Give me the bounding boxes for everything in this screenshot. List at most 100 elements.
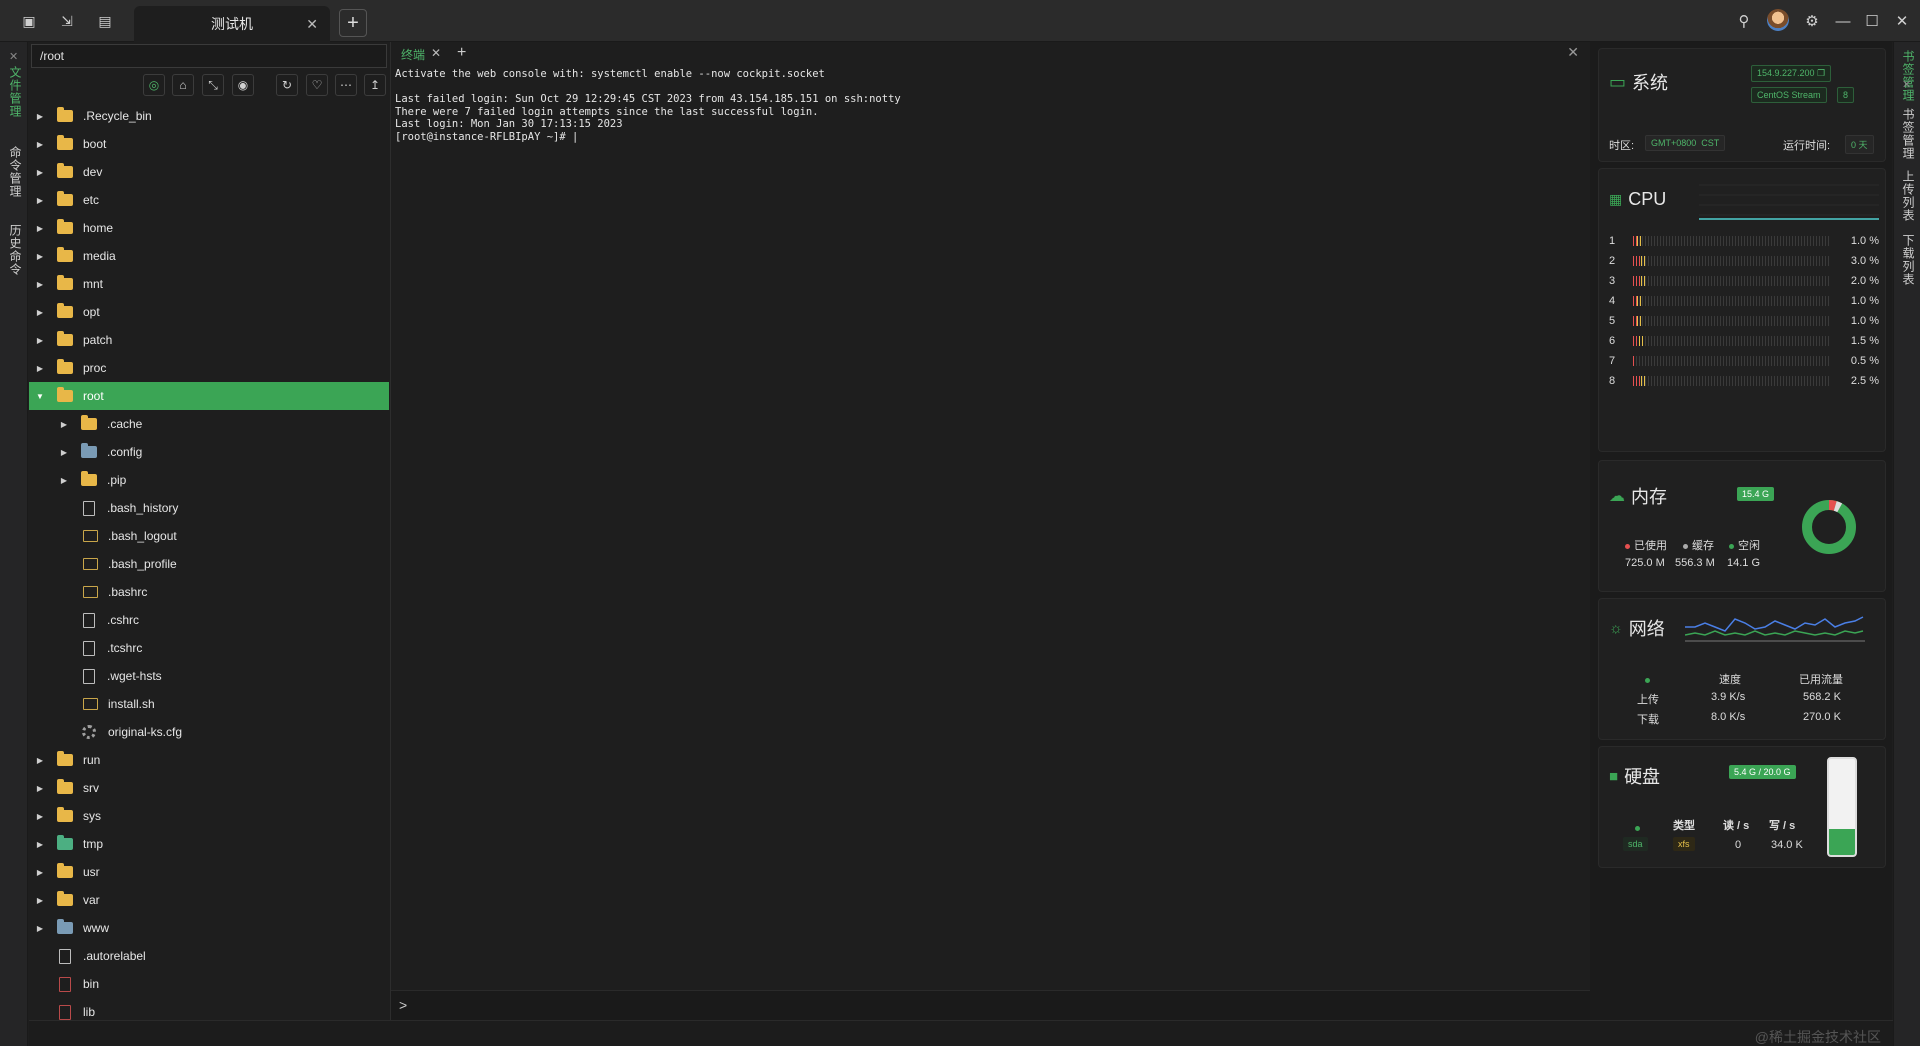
file-tree-row[interactable]: ▶ tmp [29,830,389,858]
file-tree-row[interactable]: ▶ .Recycle_bin [29,102,389,130]
minimize-icon[interactable]: — [1832,10,1854,32]
maximize-icon[interactable]: ☐ [1861,10,1883,32]
sidebar-item-bookmarks-2[interactable]: 书签管理 [1900,108,1917,160]
file-tree-row[interactable]: ▶ etc [29,186,389,214]
home-icon[interactable]: ⌂ [172,74,194,96]
file-tree-row[interactable]: ▶ .pip [29,466,389,494]
file-tree-row[interactable]: .wget-hsts [29,662,389,690]
file-tree-row[interactable]: bin [29,970,389,998]
sidebar-item-commands[interactable]: 命令管理 [7,146,24,198]
close-window-icon[interactable]: ✕ [1891,10,1913,32]
terminal-output[interactable]: Activate the web console with: systemctl… [395,68,901,143]
add-tab-button[interactable]: + [339,9,367,37]
cpu-core-fill [1633,256,1641,266]
file-tree-row[interactable]: ▶ run [29,746,389,774]
upload-icon[interactable]: ↥ [364,74,386,96]
file-tree-row[interactable]: ▶ opt [29,298,389,326]
file-name: .autorelabel [83,949,146,963]
list-icon[interactable]: ▤ [95,11,115,31]
file-tree-row[interactable]: .bash_history [29,494,389,522]
close-terminal-icon[interactable]: ✕ [1567,44,1579,61]
caret-right-icon[interactable]: ▶ [35,280,45,289]
caret-right-icon[interactable]: ▶ [35,756,45,765]
eye-icon[interactable]: ◉ [232,74,254,96]
caret-right-icon[interactable]: ▶ [35,896,45,905]
file-tree-row[interactable]: ▶ boot [29,130,389,158]
file-tree-row[interactable]: ▶ www [29,914,389,942]
memory-free-legend: 空闲 [1729,537,1760,553]
sidebar-item-downloads[interactable]: 下载列表 [1900,234,1917,286]
sidebar-item-history[interactable]: 历史命令 [7,224,24,276]
command-bar[interactable]: > [391,990,1591,1020]
caret-right-icon[interactable]: ▶ [59,476,69,485]
add-terminal-icon[interactable]: + [457,44,466,62]
close-terminal-tab-icon[interactable]: ✕ [431,46,441,63]
sidebar-item-file-manager[interactable]: 文件管理 [7,66,24,118]
cpu-core-number: 1 [1609,235,1616,247]
caret-right-icon[interactable]: ▶ [35,364,45,373]
file-tree-row[interactable]: ▶ srv [29,774,389,802]
caret-right-icon[interactable]: ▶ [35,168,45,177]
caret-right-icon[interactable]: ▶ [35,112,45,121]
favorite-icon[interactable]: ♡ [306,74,328,96]
file-tree-row[interactable]: ▶ usr [29,858,389,886]
caret-right-icon[interactable]: ▶ [59,420,69,429]
expand-icon[interactable]: ⤡ [202,74,224,96]
refresh-icon[interactable]: ↻ [276,74,298,96]
path-input[interactable] [31,44,387,68]
caret-right-icon[interactable]: ▶ [35,840,45,849]
sidebar-item-bookmarks[interactable]: 书签管理 [1900,50,1917,102]
file-tree-row[interactable]: .bashrc [29,578,389,606]
caret-right-icon[interactable]: ▶ [59,448,69,457]
caret-right-icon[interactable]: ▶ [35,924,45,933]
file-tree-row[interactable]: .tcshrc [29,634,389,662]
caret-right-icon[interactable]: ▶ [35,140,45,149]
file-tree-row[interactable]: .bash_profile [29,550,389,578]
close-right-sidebar-icon[interactable]: ✕ [1902,78,1911,91]
caret-right-icon[interactable]: ▶ [35,224,45,233]
split-icon[interactable]: ⇲ [57,11,77,31]
file-tree-row[interactable]: ▶ sys [29,802,389,830]
file-tree-row[interactable]: .autorelabel [29,942,389,970]
sidebar-item-uploads[interactable]: 上传列表 [1900,170,1917,222]
cpu-title-label: CPU [1628,189,1667,209]
cpu-core-number: 6 [1609,335,1616,347]
more-icon[interactable]: ⋯ [335,74,357,96]
cpu-core-percent: 1.5 % [1850,335,1879,347]
file-tree-row[interactable]: ▶ .cache [29,410,389,438]
caret-right-icon[interactable]: ▶ [35,252,45,261]
terminal-tab[interactable]: 终端 ✕ [401,46,441,63]
caret-right-icon[interactable]: ▶ [35,196,45,205]
caret-right-icon[interactable]: ▶ [35,308,45,317]
caret-right-icon[interactable]: ▶ [35,868,45,877]
caret-right-icon[interactable]: ▶ [35,812,45,821]
caret-right-icon[interactable]: ▶ [35,336,45,345]
avatar[interactable] [1767,9,1789,31]
file-tree-row[interactable]: install.sh [29,690,389,718]
file-tree-row[interactable]: ▶ mnt [29,270,389,298]
file-tree-row[interactable]: ▶ patch [29,326,389,354]
file-tree-row[interactable]: ▶ .config [29,438,389,466]
file-tree-row[interactable]: ▼ root [29,382,389,410]
file-tree-row[interactable]: .cshrc [29,606,389,634]
terminal-panel-icon[interactable]: ▣ [19,11,39,31]
caret-down-icon[interactable]: ▼ [35,392,45,401]
locate-icon[interactable]: ◎ [143,74,165,96]
ip-badge[interactable]: 154.9.227.200 ❐ [1751,65,1832,82]
file-tree-row[interactable]: .bash_logout [29,522,389,550]
file-tree-row[interactable]: ▶ media [29,242,389,270]
session-tab[interactable]: 测试机 ✕ [134,6,330,42]
caret-right-icon[interactable]: ▶ [35,784,45,793]
file-tree-row[interactable]: ▶ home [29,214,389,242]
file-tree-row[interactable]: ▶ var [29,886,389,914]
cpu-core-fill-secondary [1641,376,1645,386]
gear-icon[interactable]: ⚙ [1801,10,1823,32]
close-tab-icon[interactable]: ✕ [306,16,318,33]
search-icon[interactable]: ⚲ [1733,10,1755,32]
file-tree-row[interactable]: original-ks.cfg [29,718,389,746]
file-tree-row[interactable]: ▶ dev [29,158,389,186]
file-tree-row[interactable]: ▶ proc [29,354,389,382]
close-sidebar-icon[interactable]: ✕ [9,50,18,63]
cpu-core-row: 4 1.0 % [1609,293,1879,309]
cpu-core-row: 2 3.0 % [1609,253,1879,269]
